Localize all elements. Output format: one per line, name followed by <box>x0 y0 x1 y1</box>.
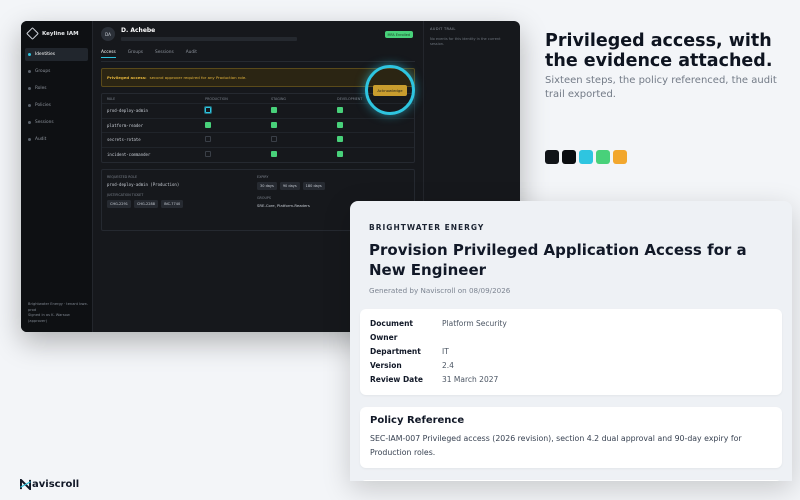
checkbox-secrets-rotate-staging[interactable] <box>271 136 277 143</box>
acknowledge-button[interactable]: Acknowledge <box>373 84 407 96</box>
keyline-logo-icon <box>26 27 39 40</box>
checkbox-secrets-rotate-production[interactable] <box>205 136 211 143</box>
tab-groups[interactable]: Groups <box>128 50 143 58</box>
expiry-30-days-button[interactable]: 30 days <box>257 182 277 190</box>
sop-document: BRIGHTWATER ENERGY Provision Privileged … <box>350 201 792 481</box>
metadata-row: Version 2.4 <box>370 361 454 370</box>
sidebar: Keyline IAM Identities Groups Roles Poli… <box>21 21 93 332</box>
document-generated-note: Generated by Naviscroll on 08/09/2026 <box>369 286 511 295</box>
next-step-card <box>360 480 782 481</box>
nav-dot-icon <box>28 104 31 107</box>
policy-reference-text: SEC-IAM-007 Privileged access (2026 revi… <box>370 434 742 457</box>
role-environment-table: ROLE PRODUCTION STAGING DEVELOPMENT prod… <box>101 93 415 163</box>
sidebar-item-roles[interactable]: Roles <box>25 82 88 95</box>
metadata-row: Department IT <box>370 347 449 356</box>
groups-value: SRE-Core, Platform-Readers <box>257 203 310 208</box>
hero-headline: Privileged access, with the evidence att… <box>545 31 773 71</box>
tab-access[interactable]: Access <box>101 50 116 58</box>
ticket-chip[interactable]: CHG-2288 <box>133 200 158 208</box>
policy-reference-card: Policy Reference SEC-IAM-007 Privileged … <box>360 407 782 468</box>
ticket-chip[interactable]: INC-7740 <box>160 200 184 208</box>
sidebar-item-groups[interactable]: Groups <box>25 65 88 78</box>
metadata-row: Review Date 31 March 2027 <box>370 375 499 384</box>
expiry-180-days-button[interactable]: 180 days <box>302 182 325 190</box>
table-row: platform-reader <box>102 119 414 133</box>
request-right-column: EXPIRY 30 days 90 days 180 days GROUPS S… <box>257 175 325 208</box>
user-header: DA D. Achebe <box>101 27 415 41</box>
avatar: DA <box>101 27 115 41</box>
table-row: incident-commander <box>102 148 414 163</box>
nav-dot-icon <box>28 138 31 141</box>
sidebar-item-sessions[interactable]: Sessions <box>25 116 88 129</box>
sidebar-item-policies[interactable]: Policies <box>25 99 88 112</box>
hero-subline: Sixteen steps, the policy referenced, th… <box>545 75 777 100</box>
nav-dot-icon <box>28 121 31 124</box>
nav-dot-icon <box>28 87 31 90</box>
checkbox-platform-reader-development[interactable] <box>337 121 343 128</box>
audit-trail-title: AUDIT TRAIL <box>430 27 456 31</box>
acknowledge-highlight: Acknowledge <box>365 65 415 115</box>
policy-reference-heading: Policy Reference <box>370 415 465 426</box>
checkbox-incident-commander-production[interactable] <box>205 151 211 158</box>
sidebar-nav: Identities Groups Roles Policies Session… <box>21 46 92 152</box>
brand: Keyline IAM <box>21 21 92 46</box>
user-detail-bar <box>121 37 297 41</box>
color-swatch <box>596 150 610 164</box>
user-name: D. Achebe <box>121 27 156 34</box>
metadata-row: Document Owner Platform Security <box>370 319 507 342</box>
checkbox-prod-deploy-admin-staging[interactable] <box>271 107 277 114</box>
audit-trail-empty: No events for this identity in the curre… <box>430 37 501 46</box>
color-swatch <box>613 150 627 164</box>
checkbox-incident-commander-staging[interactable] <box>271 151 277 158</box>
color-swatches <box>545 150 627 164</box>
nav-dot-icon <box>28 70 31 73</box>
color-swatch <box>579 150 593 164</box>
document-organization: BRIGHTWATER ENERGY <box>369 223 485 232</box>
checkbox-secrets-rotate-development[interactable] <box>337 136 343 143</box>
nav-dot-icon <box>28 53 31 56</box>
checkbox-prod-deploy-admin-production[interactable] <box>205 107 211 114</box>
color-swatch <box>562 150 576 164</box>
tab-bar: Access Groups Sessions Audit <box>101 50 415 62</box>
sidebar-item-identities[interactable]: Identities <box>25 48 88 61</box>
mfa-status-badge: MFA Enrolled <box>384 31 413 38</box>
tab-sessions[interactable]: Sessions <box>155 50 174 58</box>
tab-audit[interactable]: Audit <box>186 50 197 58</box>
ticket-chip[interactable]: CHG-2291 <box>107 200 131 208</box>
checkbox-platform-reader-production[interactable] <box>205 121 211 128</box>
sidebar-item-audit[interactable]: Audit <box>25 133 88 146</box>
expiry-90-days-button[interactable]: 90 days <box>279 182 300 190</box>
naviscroll-logo: aviscroll <box>20 479 79 490</box>
document-metadata-card: Document Owner Platform Security Departme… <box>360 309 782 395</box>
checkbox-platform-reader-staging[interactable] <box>271 121 277 128</box>
brand-name: Keyline IAM <box>42 30 79 37</box>
color-swatch <box>545 150 559 164</box>
table-row: prod-deploy-admin <box>102 104 414 119</box>
checkbox-prod-deploy-admin-development[interactable] <box>337 107 343 114</box>
table-row: secrets-rotate <box>102 133 414 148</box>
sidebar-footer: Brightwater Energy · tenant bwe-prod Sig… <box>28 302 88 323</box>
expiry-options: 30 days 90 days 180 days <box>257 182 325 190</box>
naviscroll-n-icon <box>20 479 31 490</box>
document-title: Provision Privileged Application Access … <box>369 241 747 279</box>
naviscroll-logo-text: aviscroll <box>32 479 80 490</box>
checkbox-incident-commander-development[interactable] <box>337 151 343 158</box>
